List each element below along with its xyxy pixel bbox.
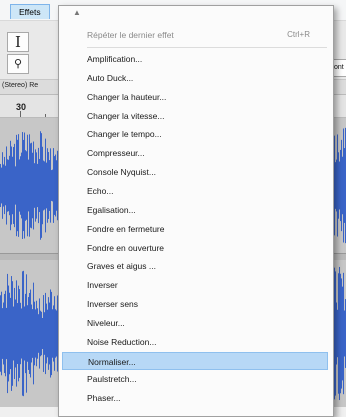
menu-item-label: Changer le tempo... bbox=[87, 129, 162, 140]
menu-item-label: Console Nyquist... bbox=[87, 167, 156, 178]
effects-menu: ▲ Répéter le dernier effet Ctrl+R Amplif… bbox=[58, 5, 334, 417]
menu-item-label: Egalisation... bbox=[87, 204, 136, 215]
menu-item-label: Fondre en fermeture bbox=[87, 223, 165, 234]
menu-item-label: Changer la hauteur... bbox=[87, 91, 167, 102]
menu-item-repeat-last-effect[interactable]: Répéter le dernier effet Ctrl+R bbox=[62, 26, 328, 44]
menu-item-label: Compresseur... bbox=[87, 148, 145, 159]
menu-item-label: Auto Duck... bbox=[87, 72, 134, 83]
track-name[interactable]: (Stereo) Re bbox=[2, 82, 38, 89]
menu-item-niveleur[interactable]: Niveleur... bbox=[62, 314, 328, 332]
menu-item-compresseur[interactable]: Compresseur... bbox=[62, 144, 328, 162]
menu-item-paulstretch[interactable]: Paulstretch... bbox=[62, 370, 328, 388]
menu-item-graves-et-aigus[interactable]: Graves et aigus ... bbox=[62, 257, 328, 275]
clipped-toolbar-text: ont bbox=[334, 64, 344, 71]
menu-item-noise-reduction[interactable]: Noise Reduction... bbox=[62, 333, 328, 351]
menu-item-fondre-en-ouverture[interactable]: Fondre en ouverture bbox=[62, 239, 328, 257]
menu-item-label: Changer la vitesse... bbox=[87, 110, 165, 121]
menu-item-label: Paulstretch... bbox=[87, 374, 137, 385]
menu-item-inverser[interactable]: Inverser bbox=[62, 276, 328, 294]
menu-item-auto-duck[interactable]: Auto Duck... bbox=[62, 69, 328, 87]
menu-item-label: Répéter le dernier effet bbox=[87, 30, 174, 40]
menu-item-label: Graves et aigus ... bbox=[87, 261, 156, 272]
menu-item-egalisation[interactable]: Egalisation... bbox=[62, 201, 328, 219]
menu-item-echo[interactable]: Echo... bbox=[62, 182, 328, 200]
menu-item-label: Inverser sens bbox=[87, 299, 139, 310]
menu-item-label: Phaser... bbox=[87, 393, 121, 404]
text-cursor-icon: I bbox=[15, 33, 21, 51]
menu-item-label: Inverser bbox=[87, 280, 118, 291]
menu-item-console-nyquist[interactable]: Console Nyquist... bbox=[62, 163, 328, 181]
scroll-up-arrow-icon[interactable]: ▲ bbox=[73, 8, 81, 17]
menu-separator bbox=[87, 47, 327, 48]
menu-item-fondre-en-fermeture[interactable]: Fondre en fermeture bbox=[62, 220, 328, 238]
menu-item-normaliser[interactable]: Normaliser... bbox=[62, 351, 328, 370]
zoom-tool-button[interactable]: ⚲ bbox=[7, 54, 29, 74]
selection-tool-button[interactable]: I bbox=[7, 32, 29, 52]
zoom-icon: ⚲ bbox=[13, 57, 23, 70]
menu-item-label: Amplification... bbox=[87, 54, 143, 64]
menu-item-label: Niveleur... bbox=[87, 317, 125, 328]
menu-item-changer-le-tempo[interactable]: Changer le tempo... bbox=[62, 125, 328, 143]
ruler-tick bbox=[45, 114, 46, 117]
menu-item-label: Normaliser... bbox=[88, 356, 136, 367]
clipped-toolbar-control[interactable]: ont bbox=[333, 59, 346, 77]
menu-item-shortcut: Ctrl+R bbox=[287, 30, 310, 39]
menu-item-phaser[interactable]: Phaser... bbox=[62, 389, 328, 407]
menu-item-changer-la-vitesse[interactable]: Changer la vitesse... bbox=[62, 107, 328, 125]
menu-item-inverser-sens[interactable]: Inverser sens bbox=[62, 295, 328, 313]
menu-effects[interactable]: Effets bbox=[10, 4, 50, 19]
ruler-tick bbox=[20, 111, 21, 117]
menu-item-label: Noise Reduction... bbox=[87, 336, 157, 347]
menu-item-label: Echo... bbox=[87, 185, 114, 196]
menu-item-amplification[interactable]: Amplification... bbox=[62, 50, 328, 68]
menu-item-changer-la-hauteur[interactable]: Changer la hauteur... bbox=[62, 88, 328, 106]
ruler-label: 30 bbox=[16, 102, 27, 112]
menu-item-label: Fondre en ouverture bbox=[87, 242, 165, 253]
